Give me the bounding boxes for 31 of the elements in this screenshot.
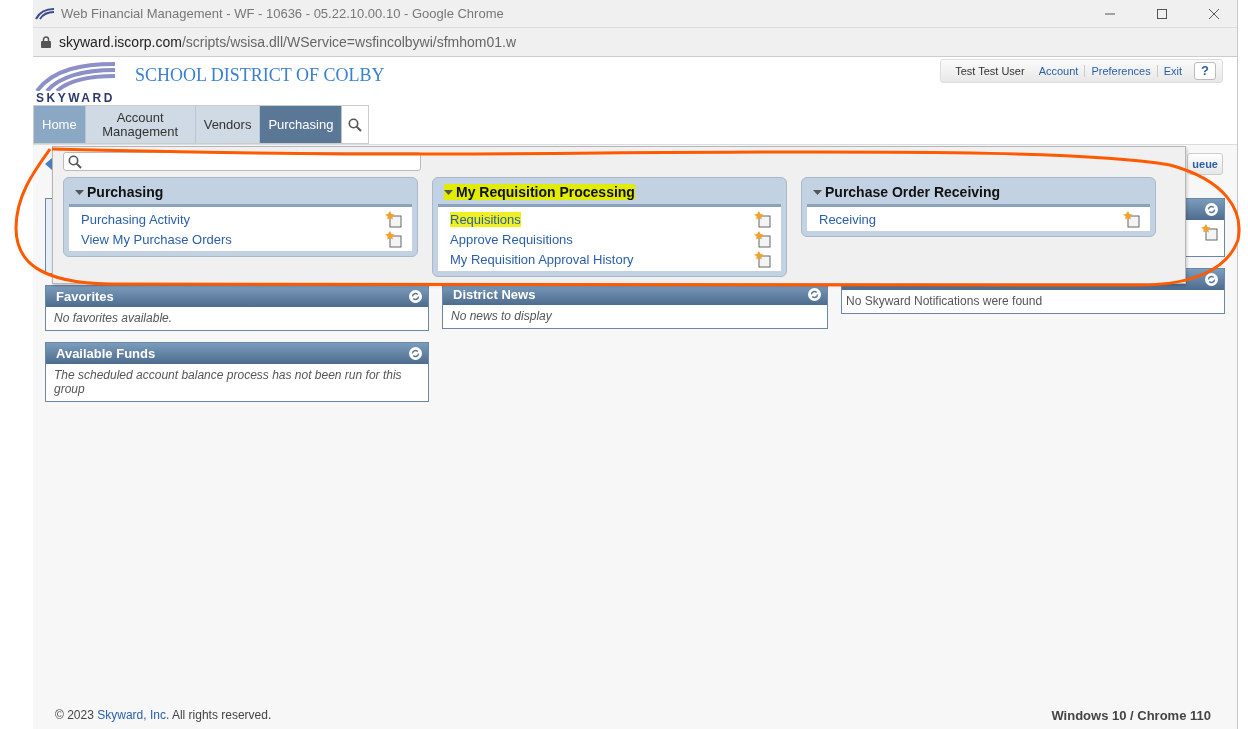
panel-message: The scheduled account balance process has not been run for this group [53, 367, 403, 398]
queue-button[interactable]: ueue [1187, 153, 1223, 175]
header-link[interactable]: Preferences [1084, 65, 1157, 77]
menu-link[interactable]: Purchasing Activity [81, 211, 191, 227]
header-link[interactable]: Exit [1156, 65, 1189, 77]
panel-title: Favorites [56, 289, 114, 304]
panel-message: No news to display [450, 308, 553, 325]
header-link[interactable]: Account [1032, 65, 1085, 77]
skyward-logo: SKYWARD [33, 61, 117, 105]
nav-tab[interactable]: Account Management [85, 106, 196, 143]
panel-message: No Skyward Notifications were found [845, 293, 1044, 310]
district-name: SCHOOL DISTRICT OF COLBY [135, 65, 386, 86]
copyright-text: © 2023 Skyward, Inc. All rights reserved. [55, 708, 272, 722]
panel-title: District News [453, 287, 536, 302]
company-link[interactable]: Skyward, Inc. [97, 708, 170, 722]
window-title: Web Financial Management - WF - 10636 - 05.22.10.00.10 - Google Chrome [61, 6, 505, 21]
help-button[interactable]: ? [1194, 62, 1216, 80]
nav-tab[interactable]: Vendors [195, 106, 261, 143]
nav-tab[interactable]: Purchasing [260, 106, 343, 143]
menu-link[interactable]: Requisitions [450, 211, 521, 227]
menu-link[interactable]: Receiving [819, 211, 877, 227]
menu-group-title[interactable]: Purchasing [75, 184, 164, 200]
menu-group-title[interactable]: My Requisition Processing [444, 184, 635, 200]
menu-link[interactable]: View My Purchase Orders [81, 231, 232, 247]
panel-title: Available Funds [56, 346, 156, 361]
menu-link[interactable]: Approve Requisitions [450, 231, 573, 247]
menu-link[interactable]: My Requisition Approval History [450, 251, 634, 267]
menu-group-title[interactable]: Purchase Order Receiving [813, 184, 1001, 200]
platform-info: Windows 10 / Chrome 110 [1051, 707, 1211, 723]
user-name: Test Test User [954, 65, 1026, 77]
panel-message: No favorites available. [53, 310, 174, 327]
